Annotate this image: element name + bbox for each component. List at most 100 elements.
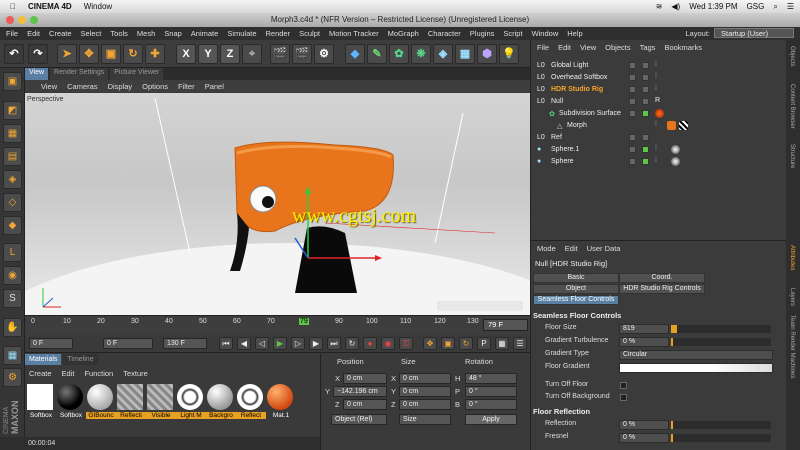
snap-icon[interactable]: S: [3, 289, 22, 308]
goto-end-icon[interactable]: ⏭: [327, 337, 341, 350]
texture-mode-icon[interactable]: ▦: [3, 124, 22, 143]
object-menu-edit[interactable]: Edit: [558, 43, 571, 52]
visibility-toggle[interactable]: [629, 146, 636, 153]
record-icon[interactable]: ●: [363, 337, 377, 350]
render-toggle[interactable]: [642, 146, 649, 153]
size-x-field[interactable]: 0 cm: [399, 373, 451, 384]
attr-menu-mode[interactable]: Mode: [537, 244, 556, 253]
key-rotation-icon[interactable]: ↻: [459, 337, 473, 350]
subdivision-surface-icon[interactable]: ✿: [389, 44, 409, 64]
material-swatch[interactable]: Softbox: [57, 384, 85, 422]
object-row[interactable]: L0 HDR Studio Rig ⁞: [531, 84, 787, 96]
menu-snap[interactable]: Snap: [164, 29, 182, 38]
undo-icon[interactable]: ↶: [4, 44, 24, 64]
object-row[interactable]: L0 Overhead Softbox ⁞: [531, 72, 787, 84]
render-toggle[interactable]: [642, 74, 649, 81]
key-parameter-icon[interactable]: P: [477, 337, 491, 350]
attr-menu-edit[interactable]: Edit: [565, 244, 578, 253]
spline-pen-icon[interactable]: ✎: [367, 44, 387, 64]
tab-timeline[interactable]: Timeline: [63, 354, 98, 365]
pos-z-field[interactable]: 0 cm: [343, 399, 387, 410]
prev-key-icon[interactable]: ◀: [237, 337, 251, 350]
render-toggle[interactable]: [642, 134, 649, 141]
render-toggle[interactable]: [642, 62, 649, 69]
min-frame-field[interactable]: 0 F: [103, 338, 153, 349]
morph-tag-icon[interactable]: [667, 121, 676, 130]
menu-render[interactable]: Render: [266, 29, 291, 38]
render-toggle[interactable]: [642, 86, 649, 93]
wifi-icon[interactable]: ≋: [656, 2, 663, 11]
x-axis-lock-button[interactable]: X: [176, 44, 196, 64]
tag-icon[interactable]: ⁞: [655, 157, 664, 166]
material-swatch[interactable]: Visible: [146, 384, 176, 422]
light-icon[interactable]: 💡: [499, 44, 519, 64]
size-mode-select[interactable]: Size: [399, 414, 451, 425]
menu-help[interactable]: Help: [567, 29, 582, 38]
menu-sculpt[interactable]: Sculpt: [299, 29, 320, 38]
visibility-toggle[interactable]: [629, 74, 636, 81]
autokey-icon[interactable]: ◉: [381, 337, 395, 350]
material-menu-create[interactable]: Create: [29, 369, 52, 378]
object-row[interactable]: L0 Ref: [531, 132, 787, 144]
floor-icon[interactable]: ▦: [455, 44, 475, 64]
material-tag-icon[interactable]: [671, 157, 680, 166]
material-swatch[interactable]: Mat.1: [267, 384, 295, 422]
viewport-menu-cameras[interactable]: Cameras: [67, 82, 97, 91]
material-swatch[interactable]: GIBounc: [86, 384, 116, 422]
coordinate-system-icon[interactable]: ⌖: [242, 44, 262, 64]
tag-icon[interactable]: ⁞: [655, 61, 664, 70]
window-menu[interactable]: Window: [84, 2, 112, 11]
object-menu-tags[interactable]: Tags: [640, 43, 656, 52]
gradient-type-select[interactable]: Circular: [619, 350, 773, 360]
menu-plugins[interactable]: Plugins: [470, 29, 495, 38]
model-mode-icon[interactable]: ◩: [3, 101, 22, 120]
apple-icon[interactable]: : [10, 2, 16, 11]
fresnel-field[interactable]: 0 %: [619, 433, 669, 443]
rot-p-field[interactable]: 0 °: [465, 386, 517, 397]
key-scale-icon[interactable]: ▣: [441, 337, 455, 350]
material-tag-icon[interactable]: [671, 145, 680, 154]
floor-size-field[interactable]: 819: [619, 324, 669, 334]
turn-off-floor-checkbox[interactable]: [620, 382, 627, 389]
viewport-menu-options[interactable]: Options: [142, 82, 168, 91]
pos-x-field[interactable]: 0 cm: [343, 373, 387, 384]
edges-mode-icon[interactable]: ◇: [3, 193, 22, 212]
coordinate-mode-select[interactable]: Object (Rel): [331, 414, 387, 425]
cube-primitive-icon[interactable]: ◆: [345, 44, 365, 64]
object-row[interactable]: △ Morph ⁞: [531, 120, 787, 132]
user-menu[interactable]: GSG: [747, 2, 765, 11]
gradient-turbulence-field[interactable]: 0 %: [619, 337, 669, 347]
menu-select[interactable]: Select: [81, 29, 102, 38]
tag-icon[interactable]: R: [655, 97, 664, 106]
size-z-field[interactable]: 0 cm: [399, 399, 451, 410]
current-frame-field[interactable]: 79 F: [483, 319, 528, 331]
tag-icon[interactable]: ⁞: [655, 145, 664, 154]
floor-gradient-editor[interactable]: [619, 363, 773, 373]
timeline-ruler[interactable]: 0 10 20 30 40 50 60 70 79 90 100 110 120…: [25, 315, 530, 335]
object-menu-objects[interactable]: Objects: [605, 43, 630, 52]
vtab-objects[interactable]: Objects: [789, 46, 795, 66]
visibility-toggle[interactable]: [629, 62, 636, 69]
timeline-menu-icon[interactable]: ☰: [513, 337, 527, 350]
visibility-toggle[interactable]: [629, 134, 636, 141]
start-frame-field[interactable]: 0 F: [29, 338, 73, 349]
volume-icon[interactable]: ◀): [671, 2, 680, 11]
material-swatch[interactable]: Reflect: [236, 384, 266, 422]
tab-picture-viewer[interactable]: Picture Viewer: [110, 68, 164, 80]
tab-render-settings[interactable]: Render Settings: [50, 68, 109, 80]
viewport-menu-view[interactable]: View: [41, 82, 57, 91]
tab-materials[interactable]: Materials: [25, 354, 62, 365]
vtab-attributes[interactable]: Attributes: [789, 245, 795, 270]
keyframe-selection-icon[interactable]: ⚿: [399, 337, 413, 350]
workplane-mode-icon[interactable]: ▤: [3, 147, 22, 166]
y-axis-lock-button[interactable]: Y: [198, 44, 218, 64]
object-row[interactable]: ● Sphere ⁞: [531, 156, 787, 168]
next-key-icon[interactable]: ▶: [309, 337, 323, 350]
tab-hdr-studio-rig-controls[interactable]: HDR Studio Rig Controls: [619, 284, 705, 294]
z-axis-lock-button[interactable]: Z: [220, 44, 240, 64]
visibility-toggle[interactable]: [629, 86, 636, 93]
vtab-team-render-machines[interactable]: Team Render Machines: [789, 315, 795, 378]
next-frame-icon[interactable]: ▷: [291, 337, 305, 350]
material-menu-edit[interactable]: Edit: [62, 369, 75, 378]
tab-basic[interactable]: Basic: [533, 273, 619, 283]
